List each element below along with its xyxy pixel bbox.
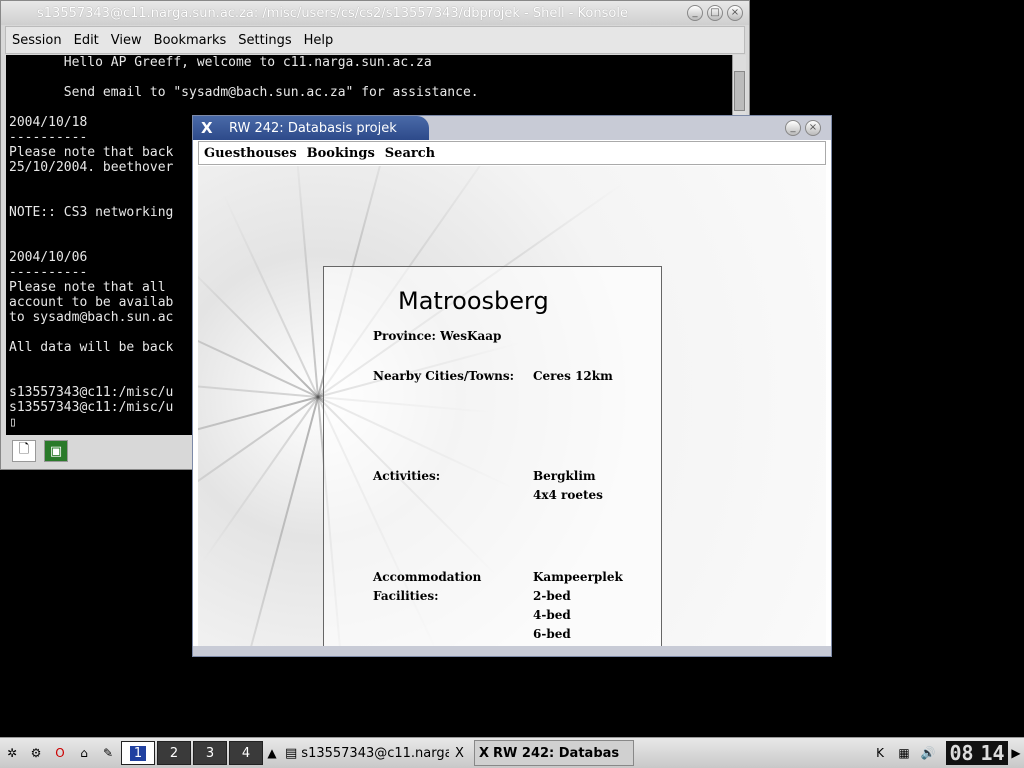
- opera-icon[interactable]: O: [50, 743, 70, 763]
- menu-view[interactable]: View: [105, 33, 148, 48]
- province-label: Province:: [373, 329, 436, 343]
- taskbar-app[interactable]: X RW 242: Databas: [474, 740, 634, 766]
- desktop-1-button[interactable]: 1: [121, 741, 155, 765]
- guesthouse-name: Matroosberg: [398, 287, 549, 315]
- province-row: Province: WesKaap: [373, 329, 501, 343]
- background-ray: [198, 264, 319, 398]
- background-artwork: Matroosberg Province: WesKaap Nearby Cit…: [198, 166, 826, 646]
- close-button[interactable]: ×: [805, 120, 821, 136]
- menu-bookmarks[interactable]: Bookmarks: [148, 33, 233, 48]
- taskbar-app-label: RW 242: Databas: [493, 745, 620, 761]
- konsole-title: s13557343@c11.narga.sun.ac.za: /misc/use…: [37, 5, 628, 21]
- app-titlebar[interactable]: X RW 242: Databasis projek _ ×: [193, 116, 831, 140]
- background-ray: [222, 193, 319, 398]
- session-tab-icon[interactable]: ▣: [44, 440, 68, 462]
- menu-guesthouses[interactable]: Guesthouses: [199, 146, 302, 161]
- scrollbar-thumb[interactable]: [734, 71, 745, 111]
- nearby-value: Ceres 12km: [533, 369, 613, 383]
- up-arrow-icon[interactable]: ▲: [266, 743, 278, 763]
- activity-item: 4x4 roetes: [533, 488, 603, 502]
- konqueror-icon[interactable]: ⌂: [74, 743, 94, 763]
- activity-item: Bergklim: [533, 469, 596, 483]
- konsole-menubar: Session Edit View Bookmarks Settings Hel…: [5, 26, 745, 54]
- minimize-button[interactable]: _: [687, 5, 703, 21]
- app-bottom-border: [193, 646, 831, 656]
- accommodation-item: 6-bed: [533, 627, 571, 641]
- taskbar-xwindow-icon[interactable]: X: [450, 740, 474, 766]
- maximize-button[interactable]: □: [707, 5, 723, 21]
- accommodation-item: 2-bed: [533, 589, 571, 603]
- accommodation-item: Kampeerplek: [533, 570, 623, 584]
- accommodation-label: Accommodation: [373, 570, 482, 584]
- editor-icon[interactable]: ✎: [98, 743, 118, 763]
- kmenu-icon[interactable]: ✲: [2, 743, 22, 763]
- klipper-icon[interactable]: K: [870, 743, 890, 763]
- database-app-window: X RW 242: Databasis projek _ × Guesthous…: [192, 115, 832, 657]
- chevron-right-icon[interactable]: ▶: [1010, 743, 1022, 763]
- app-menubar: Guesthouses Bookings Search: [198, 141, 826, 165]
- accommodation-item: 4-bed: [533, 608, 571, 622]
- background-ray: [198, 368, 319, 398]
- taskbar-konsole[interactable]: ▤ s13557343@c11.narga: [280, 740, 450, 766]
- desktop-4-button[interactable]: 4: [229, 741, 263, 765]
- nearby-label: Nearby Cities/Towns:: [373, 369, 515, 383]
- network-icon[interactable]: ⚙: [26, 743, 46, 763]
- x-logo-icon: X: [479, 745, 490, 761]
- background-ray: [294, 166, 319, 398]
- activities-label: Activities:: [373, 469, 441, 483]
- facilities-label: Facilities:: [373, 589, 439, 603]
- konsole-titlebar[interactable]: s13557343@c11.narga.sun.ac.za: /misc/use…: [1, 1, 749, 25]
- desktop-2-button[interactable]: 2: [157, 741, 191, 765]
- desktop-1-label: 1: [129, 745, 147, 761]
- x-logo-icon: X: [201, 119, 213, 137]
- taskbar-konsole-label: s13557343@c11.narga: [301, 745, 450, 761]
- guesthouse-info-panel: Matroosberg Province: WesKaap Nearby Cit…: [323, 266, 662, 646]
- close-button[interactable]: ×: [727, 5, 743, 21]
- volume-icon[interactable]: 🔊: [918, 743, 938, 763]
- calendar-icon[interactable]: ▦: [894, 743, 914, 763]
- app-title-tab: X RW 242: Databasis projek: [193, 116, 429, 140]
- menu-help[interactable]: Help: [298, 33, 340, 48]
- kde-taskbar: ✲ ⚙ O ⌂ ✎ 1 2 3 4 ▲ ▤ s13557343@c11.narg…: [0, 737, 1024, 768]
- menu-settings[interactable]: Settings: [232, 33, 297, 48]
- new-session-icon[interactable]: 🗋: [12, 440, 36, 462]
- clock[interactable]: 08 14: [946, 741, 1008, 765]
- menu-search[interactable]: Search: [380, 146, 440, 161]
- terminal-line: Hello AP Greeff, welcome to c11.narga.su…: [9, 55, 432, 70]
- minimize-button[interactable]: _: [785, 120, 801, 136]
- clock-hours: 08: [949, 741, 974, 765]
- terminal-line: Send email to "sysadm@bach.sun.ac.za" fo…: [9, 85, 479, 100]
- terminal-icon: ▤: [285, 745, 298, 761]
- desktop-3-button[interactable]: 3: [193, 741, 227, 765]
- clock-minutes: 14: [980, 741, 1005, 765]
- province-value: WesKaap: [440, 329, 502, 343]
- menu-edit[interactable]: Edit: [68, 33, 105, 48]
- background-ray: [222, 396, 319, 646]
- menu-session[interactable]: Session: [6, 33, 68, 48]
- menu-bookings[interactable]: Bookings: [302, 146, 380, 161]
- app-title: RW 242: Databasis projek: [229, 120, 397, 136]
